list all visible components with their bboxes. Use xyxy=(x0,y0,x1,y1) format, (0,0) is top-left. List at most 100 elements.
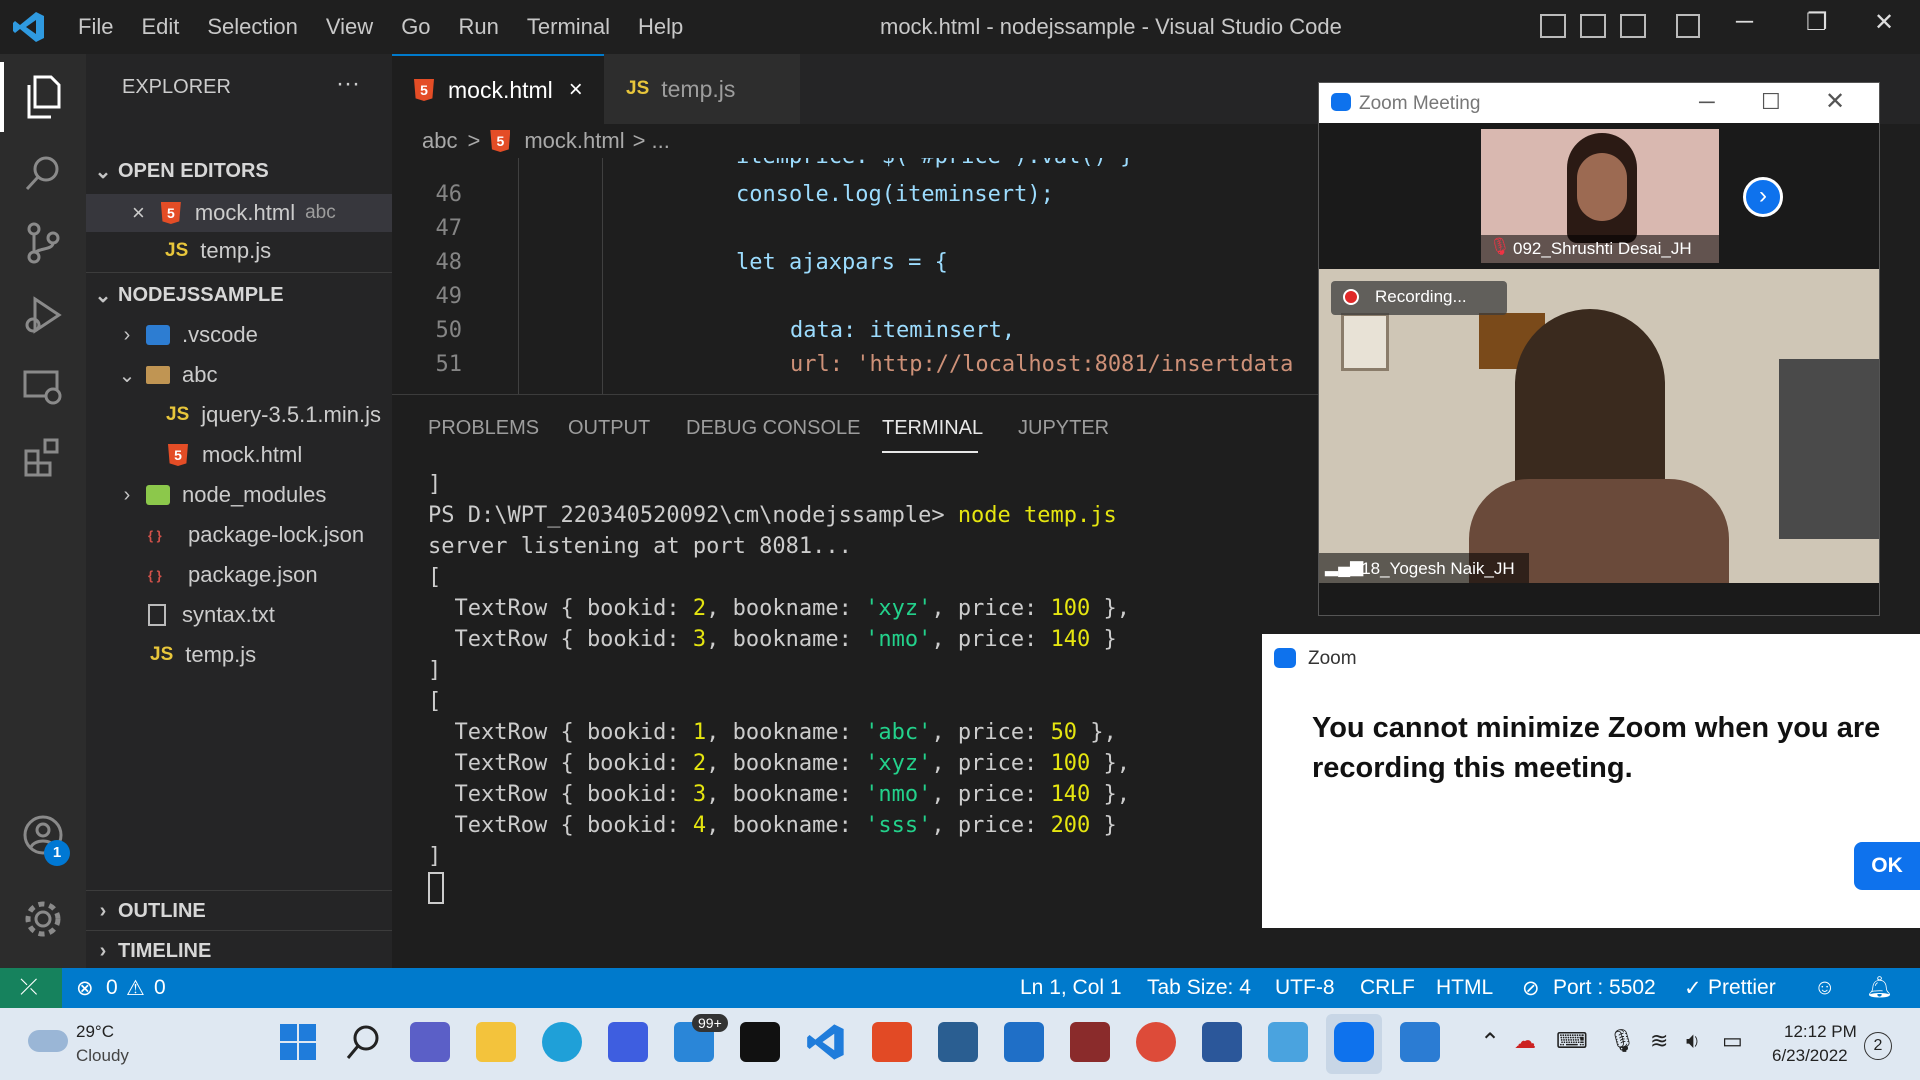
warnings-icon[interactable]: ⚠ xyxy=(126,976,145,1001)
weather-description[interactable]: Cloudy xyxy=(76,1046,129,1066)
word-icon[interactable] xyxy=(1202,1022,1242,1062)
panel-tab-debug-console[interactable]: DEBUG CONSOLE xyxy=(686,417,860,440)
toggle-panel-icon[interactable] xyxy=(1580,14,1606,38)
open-editor-mock-html[interactable]: × 5 mock.html abc xyxy=(86,194,392,232)
tree-item-abc[interactable]: ⌄ abc xyxy=(86,356,392,394)
chevron-up-icon[interactable]: ⌃ xyxy=(1480,1028,1500,1057)
toggle-sidebar-icon[interactable] xyxy=(1540,14,1566,38)
search-icon[interactable] xyxy=(20,150,66,196)
port-icon[interactable]: ⊘ xyxy=(1522,976,1540,1001)
warnings-count[interactable]: 0 xyxy=(154,976,166,1000)
close-icon[interactable]: ✕ xyxy=(1874,8,1894,37)
tree-item-mock-html[interactable]: 5 mock.html xyxy=(86,436,392,474)
zoom-close-icon[interactable]: ✕ xyxy=(1825,87,1845,116)
volume-icon[interactable]: 🔉︎ xyxy=(1686,1028,1700,1054)
menu-view[interactable]: View xyxy=(326,14,373,40)
zoom-minimize-icon[interactable]: ─ xyxy=(1699,89,1715,115)
more-actions-icon[interactable]: ··· xyxy=(336,70,360,98)
notification-count[interactable]: 2 xyxy=(1864,1032,1892,1060)
panel-tab-jupyter[interactable]: JUPYTER xyxy=(1018,417,1109,440)
restore-icon[interactable]: ❐ xyxy=(1806,8,1828,37)
zoom-taskbar-icon[interactable] xyxy=(1334,1022,1374,1062)
panel-tab-terminal[interactable]: TERMINAL xyxy=(882,417,983,440)
weather-temperature[interactable]: 29°C xyxy=(76,1022,114,1042)
panel-tab-problems[interactable]: PROBLEMS xyxy=(428,417,539,440)
extensions-icon[interactable] xyxy=(20,434,66,480)
tree-item-jquery[interactable]: JS jquery-3.5.1.min.js xyxy=(86,396,392,434)
edge-browser-icon[interactable] xyxy=(542,1022,582,1062)
office-icon[interactable] xyxy=(872,1022,912,1062)
explorer-icon[interactable] xyxy=(20,74,66,120)
close-editor-icon[interactable]: × xyxy=(132,200,145,226)
tree-item-syntax-txt[interactable]: syntax.txt xyxy=(86,596,392,634)
battery-icon[interactable]: ▭ xyxy=(1722,1028,1743,1054)
tree-item-package-lock[interactable]: { } package-lock.json xyxy=(86,516,392,554)
clock-time[interactable]: 12:12 PM xyxy=(1784,1022,1857,1042)
prettier[interactable]: Prettier xyxy=(1708,976,1776,1000)
pen-app-icon[interactable] xyxy=(608,1022,648,1062)
participant-thumbnail[interactable]: 🎙︎ 092_Shrushti Desai_JH xyxy=(1481,129,1719,263)
tab-close-icon[interactable]: × xyxy=(569,76,583,104)
file-explorer-icon[interactable] xyxy=(476,1022,516,1062)
menu-run[interactable]: Run xyxy=(459,14,499,40)
project-header[interactable]: ⌄ NODEJSSAMPLE xyxy=(86,276,392,314)
cursor-position[interactable]: Ln 1, Col 1 xyxy=(1020,976,1122,1000)
search-icon[interactable] xyxy=(344,1022,384,1062)
terminal-output[interactable]: ] PS D:\WPT_220340520092\cm\nodejssample… xyxy=(428,469,1130,904)
teams-chat-icon[interactable] xyxy=(410,1022,450,1062)
open-editor-temp-js[interactable]: JS temp.js xyxy=(86,232,392,270)
zoom-maximize-icon[interactable]: ☐ xyxy=(1761,89,1781,115)
tree-item-temp-js[interactable]: JS temp.js xyxy=(86,636,392,674)
run-debug-icon[interactable] xyxy=(20,292,66,338)
breadcrumb-file[interactable]: mock.html xyxy=(524,128,624,154)
clock-date[interactable]: 6/23/2022 xyxy=(1772,1046,1848,1066)
wifi-icon[interactable]: ≋ xyxy=(1650,1028,1668,1054)
keyboard-icon[interactable]: ⌨ xyxy=(1556,1028,1588,1054)
open-editors-header[interactable]: ⌄ OPEN EDITORS xyxy=(86,152,392,190)
next-page-arrow-icon[interactable]: › xyxy=(1743,177,1783,217)
mysql-workbench-icon[interactable] xyxy=(938,1022,978,1062)
end-of-line[interactable]: CRLF xyxy=(1360,976,1415,1000)
panel-tab-output[interactable]: OUTPUT xyxy=(568,417,650,440)
settings-gear-icon[interactable] xyxy=(20,896,66,942)
toggle-secondary-sidebar-icon[interactable] xyxy=(1620,14,1646,38)
live-server-port[interactable]: Port : 5502 xyxy=(1553,976,1656,1000)
errors-icon[interactable]: ⊗ xyxy=(76,976,94,1001)
breadcrumb-folder[interactable]: abc xyxy=(422,128,457,154)
notepad-icon[interactable] xyxy=(1004,1022,1044,1062)
tab-mock-html[interactable]: 5 mock.html × xyxy=(392,54,604,124)
remote-explorer-icon[interactable] xyxy=(20,364,66,410)
photos-icon[interactable] xyxy=(1400,1022,1440,1062)
customize-layout-icon[interactable] xyxy=(1676,14,1700,38)
notifications-bell-icon[interactable]: 🔔︎ xyxy=(1866,976,1893,1000)
microphone-icon[interactable]: 🎙︎ xyxy=(1608,1028,1636,1054)
chrome-icon[interactable] xyxy=(1136,1022,1176,1062)
menu-edit[interactable]: Edit xyxy=(141,14,179,40)
windows-start-icon[interactable] xyxy=(278,1022,318,1062)
menu-go[interactable]: Go xyxy=(401,14,430,40)
feedback-icon[interactable]: ☺ xyxy=(1814,976,1835,1000)
menu-selection[interactable]: Selection xyxy=(207,14,298,40)
remote-indicator[interactable]: ⤫ xyxy=(0,968,62,1008)
source-control-icon[interactable] xyxy=(20,220,66,266)
tab-temp-js[interactable]: JS temp.js xyxy=(604,54,800,124)
ok-button[interactable]: OK xyxy=(1854,842,1920,890)
terminal-icon[interactable] xyxy=(740,1022,780,1062)
outline-header[interactable]: › OUTLINE xyxy=(86,892,392,930)
menu-help[interactable]: Help xyxy=(638,14,683,40)
minimize-icon[interactable]: ─ xyxy=(1736,8,1753,36)
active-speaker-video[interactable]: Recording... ▂▄▆ 118_Yogesh Naik_JH xyxy=(1319,269,1879,583)
tree-item-vscode[interactable]: › .vscode xyxy=(86,316,392,354)
encoding[interactable]: UTF-8 xyxy=(1275,976,1335,1000)
language-mode[interactable]: HTML xyxy=(1436,976,1493,1000)
code-editor[interactable]: itemprice: $("#price").val() } 46 consol… xyxy=(392,158,1328,394)
tree-item-package-json[interactable]: { } package.json xyxy=(86,556,392,594)
vscode-taskbar-icon[interactable] xyxy=(806,1022,846,1062)
menu-file[interactable]: File xyxy=(78,14,113,40)
winrar-icon[interactable] xyxy=(1070,1022,1110,1062)
tree-item-node-modules[interactable]: › node_modules xyxy=(86,476,392,514)
onedrive-error-icon[interactable]: ☁ xyxy=(1514,1028,1536,1054)
paint-icon[interactable] xyxy=(1268,1022,1308,1062)
errors-count[interactable]: 0 xyxy=(106,976,118,1000)
prettier-check-icon[interactable]: ✓ xyxy=(1684,976,1702,1001)
